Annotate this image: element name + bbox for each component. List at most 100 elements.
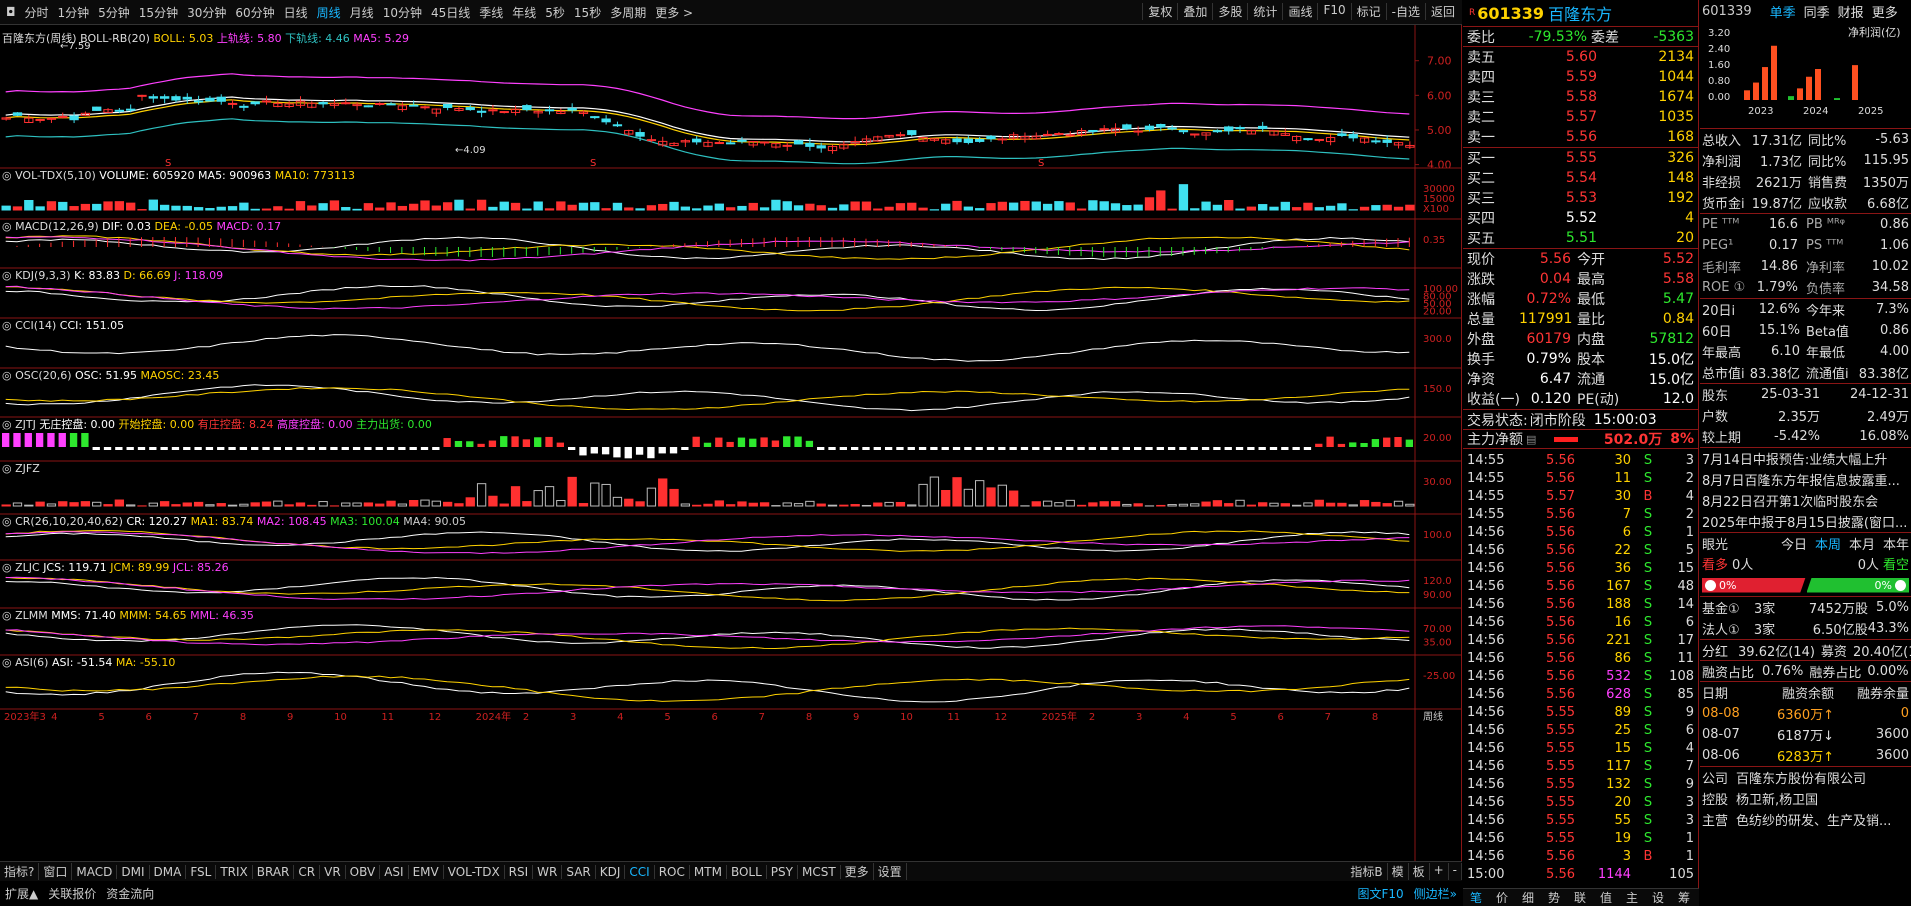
sell-row[interactable]: 卖四 5.59 1044 [1463, 67, 1698, 87]
period-2[interactable]: 5分钟 [94, 4, 134, 21]
indicator-tab-9[interactable]: VR [320, 864, 346, 879]
right-tab-1[interactable]: 同季 [1804, 2, 1830, 21]
period-0[interactable]: 分时 [21, 4, 53, 21]
sell-row[interactable]: 卖一 5.56 168 [1463, 127, 1698, 147]
indicator-right-1[interactable]: 模 [1388, 863, 1409, 880]
indicator-tab-21[interactable]: BOLL [727, 864, 767, 879]
period-15[interactable]: 多周期 [606, 4, 650, 21]
indicator-tab-12[interactable]: EMV [409, 864, 444, 879]
sell-row[interactable]: 卖二 5.57 1035 [1463, 107, 1698, 127]
period-1[interactable]: 1分钟 [54, 4, 94, 21]
sell-row[interactable]: 卖三 5.58 1674 [1463, 87, 1698, 107]
period-10[interactable]: 45日线 [427, 4, 474, 21]
news-item[interactable]: 7月14日中报预告:业绩大幅上升 [1700, 448, 1911, 469]
detail-tab-6[interactable]: 主 [1619, 889, 1645, 906]
tool-6[interactable]: 标记 [1350, 3, 1386, 20]
indicator-tab-2[interactable]: MACD [72, 864, 118, 879]
indicator-tab-8[interactable]: CR [294, 864, 321, 879]
extend-tab-0[interactable]: 扩展▲ [0, 885, 43, 902]
detail-tab-7[interactable]: 设 [1645, 889, 1671, 906]
tool-8[interactable]: 返回 [1424, 3, 1460, 20]
extend-tab-2[interactable]: 资金流向 [101, 885, 159, 902]
period-3[interactable]: 15分钟 [135, 4, 182, 21]
indicator-tab-23[interactable]: MCST [798, 864, 841, 879]
eye-tab-3[interactable]: 本年 [1883, 534, 1909, 553]
detail-tab-4[interactable]: 联 [1567, 889, 1593, 906]
detail-tab-2[interactable]: 细 [1515, 889, 1541, 906]
extend-right-1[interactable]: 侧边栏» [1409, 885, 1462, 902]
indicator-tab-24[interactable]: 更多 [841, 863, 874, 880]
tool-7[interactable]: -自选 [1385, 3, 1425, 20]
indicator-tab-7[interactable]: BRAR [253, 864, 295, 879]
indicator-right-3[interactable]: + [1430, 863, 1449, 880]
net-table-icon[interactable]: ▤ [1526, 433, 1536, 446]
right-tab-3[interactable]: 更多 [1872, 2, 1898, 21]
indicator-tab-15[interactable]: WR [533, 864, 563, 879]
period-16[interactable]: 更多 > [651, 4, 697, 21]
indicator-tab-16[interactable]: SAR [562, 864, 596, 879]
indicator-tab-1[interactable]: 窗口 [39, 863, 73, 880]
bear-label[interactable]: 看空 [1883, 554, 1909, 573]
period-13[interactable]: 5秒 [541, 4, 569, 21]
indicator-tab-14[interactable]: RSI [505, 864, 534, 879]
tool-4[interactable]: 画线 [1282, 3, 1317, 20]
indicator-tab-22[interactable]: PSY [767, 864, 798, 879]
period-6[interactable]: 日线 [280, 4, 312, 21]
tool-5[interactable]: F10 [1317, 3, 1350, 20]
sell-row[interactable]: 卖五 5.60 2134 [1463, 47, 1698, 67]
indicator-tab-25[interactable]: 设置 [874, 863, 907, 880]
kline-svg[interactable]: 7.006.005.004.00百隆东方(周线) BOLL-RB(20) BOL… [0, 25, 1462, 861]
extend-tab-1[interactable]: 关联报价 [43, 885, 101, 902]
indicator-right-4[interactable]: - [1449, 863, 1462, 880]
indicator-tab-10[interactable]: OBV [346, 864, 381, 879]
indicator-tab-17[interactable]: KDJ [596, 864, 626, 879]
indicator-tab-13[interactable]: VOL-TDX [444, 864, 505, 879]
indicator-tab-20[interactable]: MTM [690, 864, 727, 879]
indicator-right-0[interactable]: 指标B [1346, 863, 1388, 880]
indicator-tab-0[interactable]: 指标? [0, 863, 40, 880]
right-tab-0[interactable]: 单季 [1770, 2, 1796, 21]
tool-0[interactable]: 复权 [1142, 3, 1177, 20]
buy-row[interactable]: 买四 5.52 4 [1463, 208, 1698, 228]
tool-1[interactable]: 叠加 [1177, 3, 1212, 20]
detail-tab-1[interactable]: 价 [1489, 889, 1515, 906]
stock-name[interactable]: 百隆东方 [1548, 1, 1612, 25]
period-14[interactable]: 15秒 [570, 4, 605, 21]
period-12[interactable]: 年线 [508, 4, 540, 21]
period-7[interactable]: 周线 [313, 4, 345, 21]
tool-2[interactable]: 多股 [1212, 3, 1247, 20]
detail-tab-8[interactable]: 筹 [1671, 889, 1697, 906]
extend-right-0[interactable]: 图文F10 [1352, 885, 1408, 902]
indicator-tab-3[interactable]: DMI [117, 864, 150, 879]
tick-list[interactable]: 14:55 5.56 30 S 3 14:55 5.56 11 S 2 14:55 5.57 30 B 4 1… [1463, 449, 1698, 883]
eye-tab-1[interactable]: 本周 [1815, 534, 1841, 553]
toolbar-menu-icon[interactable]: ◘ [2, 5, 20, 19]
period-8[interactable]: 月线 [346, 4, 378, 21]
eye-tab-0[interactable]: 今日 [1781, 534, 1807, 553]
indicator-right-2[interactable]: 板 [1409, 863, 1430, 880]
detail-tab-5[interactable]: 值 [1593, 889, 1619, 906]
buy-row[interactable]: 买一 5.55 326 [1463, 148, 1698, 168]
detail-tab-3[interactable]: 势 [1541, 889, 1567, 906]
indicator-tab-18[interactable]: CCI [625, 864, 655, 879]
tool-3[interactable]: 统计 [1247, 3, 1282, 20]
buy-row[interactable]: 买三 5.53 192 [1463, 188, 1698, 208]
period-9[interactable]: 10分钟 [379, 4, 426, 21]
news-item[interactable]: 8月7日百隆东方年报信息披露重... [1700, 469, 1911, 490]
period-4[interactable]: 30分钟 [183, 4, 230, 21]
buy-row[interactable]: 买二 5.54 148 [1463, 168, 1698, 188]
eye-tab-2[interactable]: 本月 [1849, 534, 1875, 553]
indicator-tab-4[interactable]: DMA [150, 864, 187, 879]
indicator-tab-19[interactable]: ROC [655, 864, 690, 879]
buy-row[interactable]: 买五 5.51 20 [1463, 228, 1698, 248]
indicator-tab-6[interactable]: TRIX [216, 864, 253, 879]
indicator-tab-11[interactable]: ASI [380, 864, 409, 879]
detail-tab-0[interactable]: 笔 [1463, 889, 1489, 906]
kline-chart-area[interactable]: 7.00 6.00 5.00 4.00 百隆东方(周线) BOLL-RB(20) BOL… [0, 25, 1462, 861]
indicator-tab-5[interactable]: FSL [186, 864, 217, 879]
right-tab-2[interactable]: 财报 [1838, 2, 1864, 21]
news-item[interactable]: 2025年中报于8月15日披露(窗口... [1700, 511, 1911, 532]
bull-label[interactable]: 看多 [1702, 554, 1728, 573]
period-5[interactable]: 60分钟 [231, 4, 278, 21]
news-item[interactable]: 8月22日召开第1次临时股东会 [1700, 490, 1911, 511]
